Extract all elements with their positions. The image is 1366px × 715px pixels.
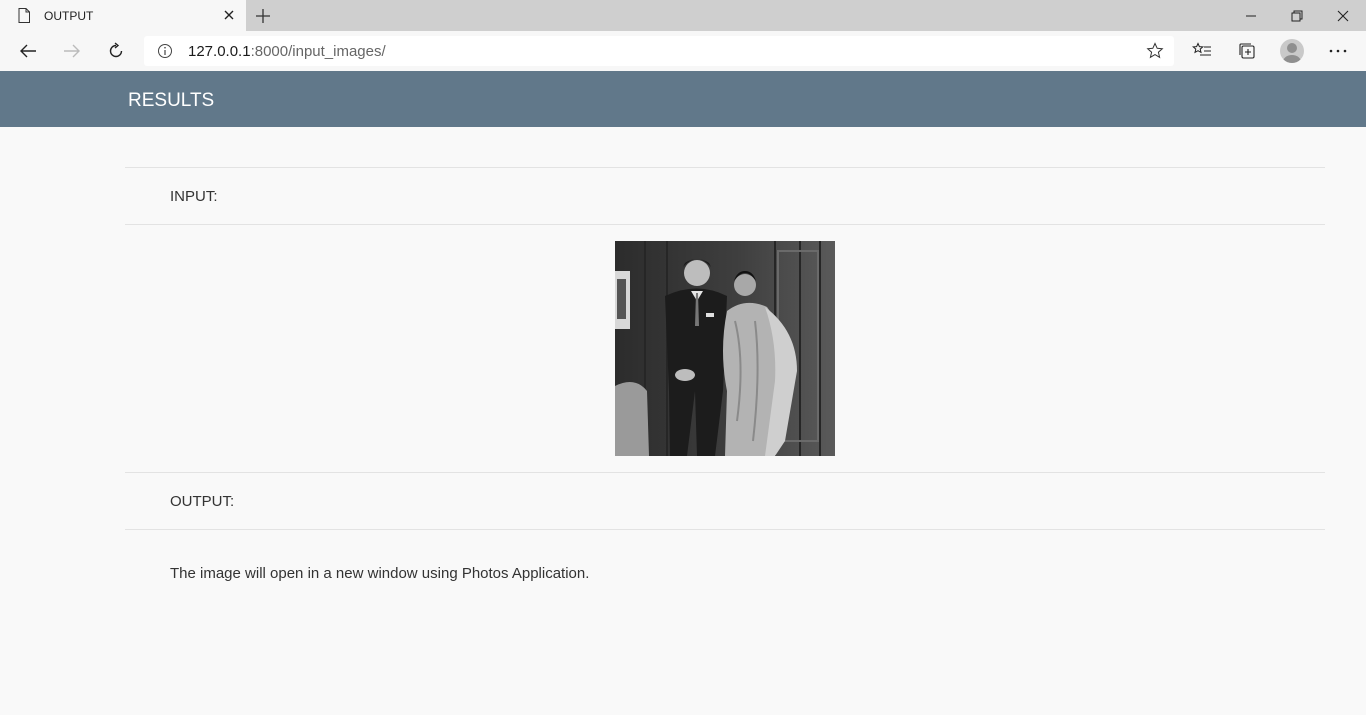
forward-arrow-icon <box>64 44 80 58</box>
refresh-button[interactable] <box>102 38 130 64</box>
minimize-icon <box>1246 15 1256 16</box>
divider <box>125 167 1325 168</box>
browser-tab[interactable]: OUTPUT <box>0 0 246 31</box>
url-host: 127.0.0.1 <box>188 43 251 60</box>
output-label: OUTPUT: <box>170 493 235 510</box>
back-arrow-icon <box>20 44 36 58</box>
close-window-button[interactable] <box>1320 0 1366 31</box>
tab-strip: OUTPUT <box>0 0 1366 31</box>
output-message: The image will open in a new window usin… <box>170 565 590 582</box>
new-tab-icon[interactable] <box>254 7 272 25</box>
url-text[interactable]: 127.0.0.1:8000/input_images/ <box>188 43 386 60</box>
collections-icon <box>1239 43 1255 59</box>
back-button[interactable] <box>14 38 42 64</box>
favorites-button[interactable] <box>1188 38 1216 64</box>
favorites-list-icon <box>1192 42 1211 56</box>
close-tab-icon[interactable] <box>222 8 236 22</box>
site-info-icon[interactable] <box>157 43 173 59</box>
divider <box>125 529 1325 530</box>
settings-more-button[interactable] <box>1324 38 1352 64</box>
close-icon <box>1337 10 1349 21</box>
profile-avatar[interactable] <box>1280 39 1304 63</box>
tab-title: OUTPUT <box>44 9 94 23</box>
profile-icon <box>1283 43 1301 63</box>
address-bar[interactable]: 127.0.0.1:8000/input_images/ <box>144 36 1174 66</box>
collections-button[interactable] <box>1233 38 1261 64</box>
restore-button[interactable] <box>1274 0 1320 31</box>
restore-icon <box>1291 10 1303 21</box>
divider <box>125 472 1325 473</box>
forward-button[interactable] <box>58 38 86 64</box>
url-path: :8000/input_images/ <box>250 43 386 60</box>
page-icon <box>18 8 30 23</box>
divider <box>125 224 1325 225</box>
page-title: RESULTS <box>128 90 215 111</box>
more-icon <box>1329 49 1347 53</box>
input-label: INPUT: <box>170 188 218 205</box>
favorite-star-icon[interactable] <box>1146 42 1164 60</box>
input-photo <box>615 241 835 456</box>
minimize-button[interactable] <box>1228 0 1274 31</box>
navigation-bar: 127.0.0.1:8000/input_images/ <box>0 31 1366 71</box>
page-header: RESULTS <box>0 71 1366 127</box>
refresh-icon <box>109 42 123 58</box>
photo-image <box>615 241 835 456</box>
